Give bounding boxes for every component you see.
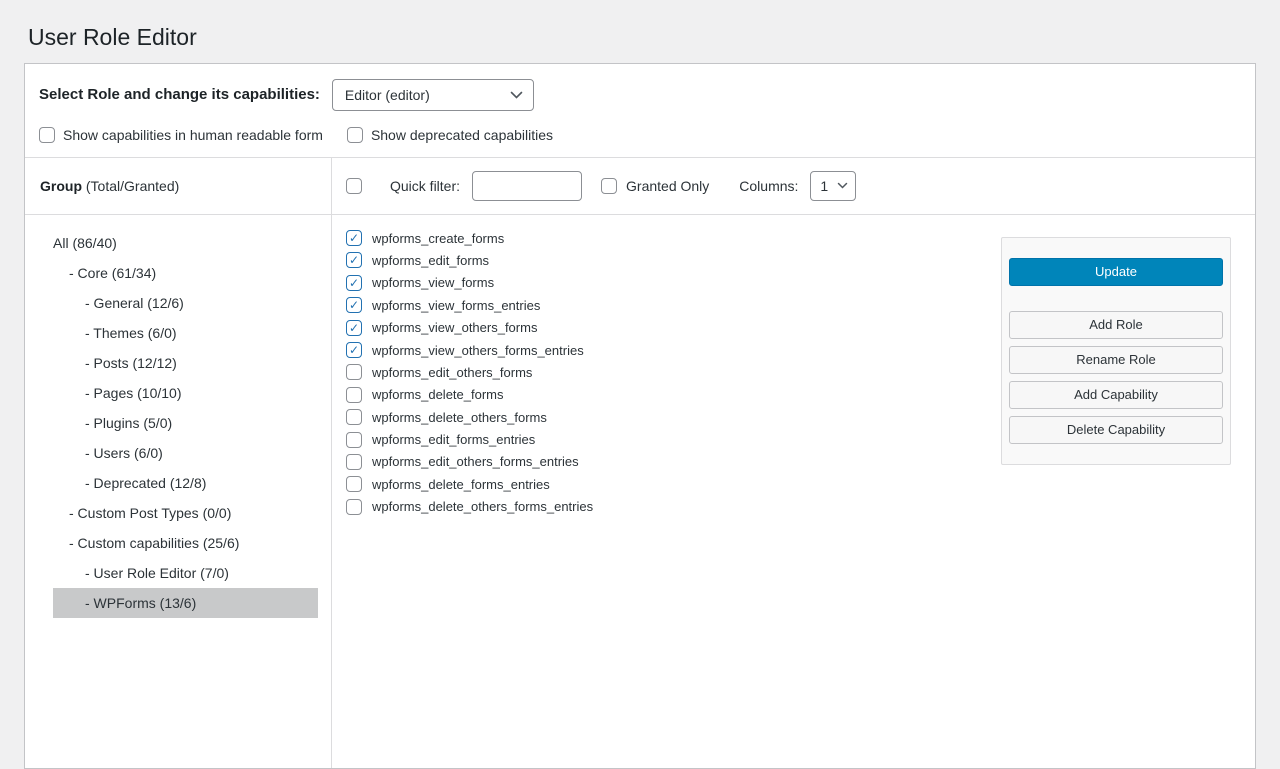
role-select-row: Select Role and change its capabilities:… (39, 79, 1241, 111)
capability-checkbox[interactable] (346, 342, 362, 358)
role-select[interactable]: Editor (editor) (332, 79, 534, 111)
group-header-label: Group (40, 178, 82, 194)
group-tree-item[interactable]: - Themes (6/0) (53, 318, 318, 348)
deprecated-label: Show deprecated capabilities (371, 127, 553, 143)
group-tree-item[interactable]: - WPForms (13/6) (53, 588, 318, 618)
capability-checkbox[interactable] (346, 297, 362, 313)
group-tree-item[interactable]: - Core (61/34) (53, 258, 318, 288)
capability-label: wpforms_delete_others_forms_entries (372, 499, 593, 514)
human-readable-label: Show capabilities in human readable form (63, 127, 323, 143)
group-tree-item[interactable]: - Posts (12/12) (53, 348, 318, 378)
capability-checkbox[interactable] (346, 275, 362, 291)
capability-label: wpforms_create_forms (372, 231, 504, 246)
granted-only-checkbox[interactable] (601, 178, 617, 194)
group-tree-item[interactable]: - Deprecated (12/8) (53, 468, 318, 498)
columns-label: Columns: (739, 178, 798, 194)
filter-controls: Quick filter: Granted Only Columns: 1 (332, 158, 1255, 214)
capability-label: wpforms_delete_others_forms (372, 410, 547, 425)
columns-select-value: 1 (820, 178, 828, 194)
capability-row: wpforms_delete_others_forms_entries (346, 496, 1255, 518)
capability-label: wpforms_edit_others_forms (372, 365, 532, 380)
group-header: Group (Total/Granted) (25, 158, 332, 214)
group-tree-item[interactable]: - General (12/6) (53, 288, 318, 318)
update-button[interactable]: Update (1009, 258, 1223, 286)
capability-label: wpforms_delete_forms_entries (372, 477, 550, 492)
group-tree-item[interactable]: - Custom Post Types (0/0) (53, 498, 318, 528)
columns-select[interactable]: 1 (810, 171, 856, 201)
capability-label: wpforms_edit_others_forms_entries (372, 454, 579, 469)
capability-checkbox[interactable] (346, 409, 362, 425)
capability-label: wpforms_edit_forms_entries (372, 432, 535, 447)
capability-label: wpforms_view_others_forms (372, 320, 537, 335)
group-tree-item[interactable]: - Plugins (5/0) (53, 408, 318, 438)
capability-label: wpforms_view_others_forms_entries (372, 343, 584, 358)
actions-panel: Update Add Role Rename Role Add Capabili… (1001, 237, 1231, 465)
add-capability-button[interactable]: Add Capability (1009, 381, 1223, 409)
human-readable-option: Show capabilities in human readable form (39, 127, 323, 143)
capability-checkbox[interactable] (346, 364, 362, 380)
capability-label: wpforms_delete_forms (372, 387, 504, 402)
group-tree-item[interactable]: - Pages (10/10) (53, 378, 318, 408)
quick-filter-label: Quick filter: (390, 178, 460, 194)
chevron-down-icon (837, 182, 848, 189)
capability-row: wpforms_delete_forms_entries (346, 473, 1255, 495)
page-title: User Role Editor (0, 0, 1280, 63)
quick-filter-input[interactable] (472, 171, 582, 201)
capability-checkbox[interactable] (346, 320, 362, 336)
capability-label: wpforms_view_forms (372, 275, 494, 290)
capability-checkbox[interactable] (346, 454, 362, 470)
capability-checkbox[interactable] (346, 499, 362, 515)
display-options-row: Show capabilities in human readable form… (39, 127, 1241, 143)
granted-only-label: Granted Only (626, 178, 709, 194)
rename-role-button[interactable]: Rename Role (1009, 346, 1223, 374)
group-tree-item[interactable]: All (86/40) (53, 228, 318, 258)
main-panel: Select Role and change its capabilities:… (24, 63, 1256, 769)
deprecated-option: Show deprecated capabilities (347, 127, 553, 143)
group-tree-item[interactable]: - Users (6/0) (53, 438, 318, 468)
capability-checkbox[interactable] (346, 432, 362, 448)
role-select-value: Editor (editor) (345, 87, 430, 103)
capability-checkbox[interactable] (346, 476, 362, 492)
select-all-checkbox[interactable] (346, 178, 362, 194)
chevron-down-icon (510, 91, 523, 99)
role-section: Select Role and change its capabilities:… (25, 64, 1255, 158)
content-area: All (86/40)- Core (61/34)- General (12/6… (25, 215, 1255, 768)
group-header-suffix: (Total/Granted) (82, 178, 179, 194)
add-role-button[interactable]: Add Role (1009, 311, 1223, 339)
group-tree-item[interactable]: - User Role Editor (7/0) (53, 558, 318, 588)
capability-label: wpforms_view_forms_entries (372, 298, 540, 313)
human-readable-checkbox[interactable] (39, 127, 55, 143)
select-role-label: Select Role and change its capabilities: (39, 86, 320, 103)
delete-capability-button[interactable]: Delete Capability (1009, 416, 1223, 444)
group-tree-item[interactable]: - Custom capabilities (25/6) (53, 528, 318, 558)
capability-label: wpforms_edit_forms (372, 253, 489, 268)
capability-checkbox[interactable] (346, 387, 362, 403)
filter-toolbar: Group (Total/Granted) Quick filter: Gran… (25, 158, 1255, 215)
deprecated-checkbox[interactable] (347, 127, 363, 143)
capability-checkbox[interactable] (346, 252, 362, 268)
capability-checkbox[interactable] (346, 230, 362, 246)
group-tree: All (86/40)- Core (61/34)- General (12/6… (25, 215, 332, 768)
